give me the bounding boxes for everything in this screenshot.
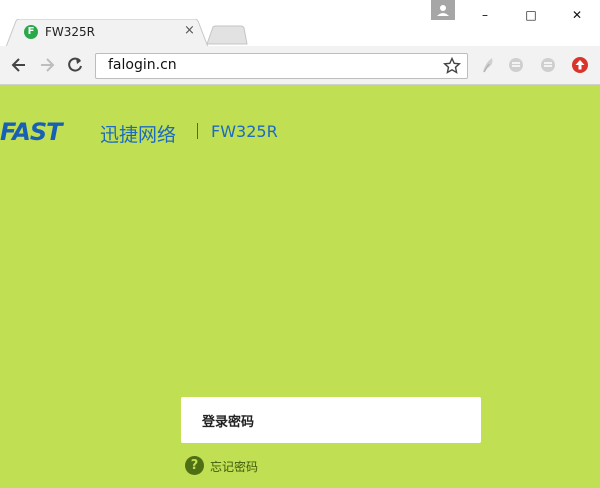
- browser-titlebar: F FW325R × – □ ✕: [0, 0, 600, 47]
- question-mark-icon: ?: [185, 456, 204, 475]
- extension-grey-icon[interactable]: [506, 55, 526, 75]
- brand-chinese-name: 迅捷网络: [100, 124, 177, 146]
- reload-icon[interactable]: [65, 55, 85, 75]
- login-password-input[interactable]: 登录密码: [181, 397, 481, 443]
- fast-logo: FAST: [0, 118, 63, 146]
- close-window-button[interactable]: ✕: [554, 2, 600, 28]
- bookmark-star-icon[interactable]: [443, 57, 461, 75]
- password-placeholder: 登录密码: [202, 415, 255, 430]
- extension-grey-icon-2[interactable]: [538, 55, 558, 75]
- brand-divider: [197, 123, 198, 139]
- extension-leaf-icon[interactable]: [478, 55, 498, 75]
- address-bar[interactable]: falogin.cn: [95, 53, 468, 79]
- tab-close-button[interactable]: ×: [184, 23, 195, 38]
- maximize-button[interactable]: □: [508, 2, 554, 28]
- tab-title: FW325R: [45, 25, 96, 39]
- address-bar-url: falogin.cn: [108, 57, 177, 73]
- minimize-button[interactable]: –: [462, 2, 508, 28]
- forward-arrow-icon[interactable]: [37, 55, 57, 75]
- browser-toolbar: falogin.cn: [0, 46, 600, 85]
- forgot-password-text: 忘记密码: [210, 460, 259, 474]
- update-arrow-icon[interactable]: [570, 55, 590, 75]
- person-icon: [437, 5, 449, 16]
- router-model: FW325R: [211, 122, 278, 141]
- browser-tab[interactable]: F FW325R ×: [6, 19, 209, 47]
- profile-button[interactable]: [431, 0, 455, 20]
- back-arrow-icon[interactable]: [9, 55, 29, 75]
- new-tab-button[interactable]: [205, 25, 249, 45]
- fast-favicon-icon: F: [24, 25, 38, 39]
